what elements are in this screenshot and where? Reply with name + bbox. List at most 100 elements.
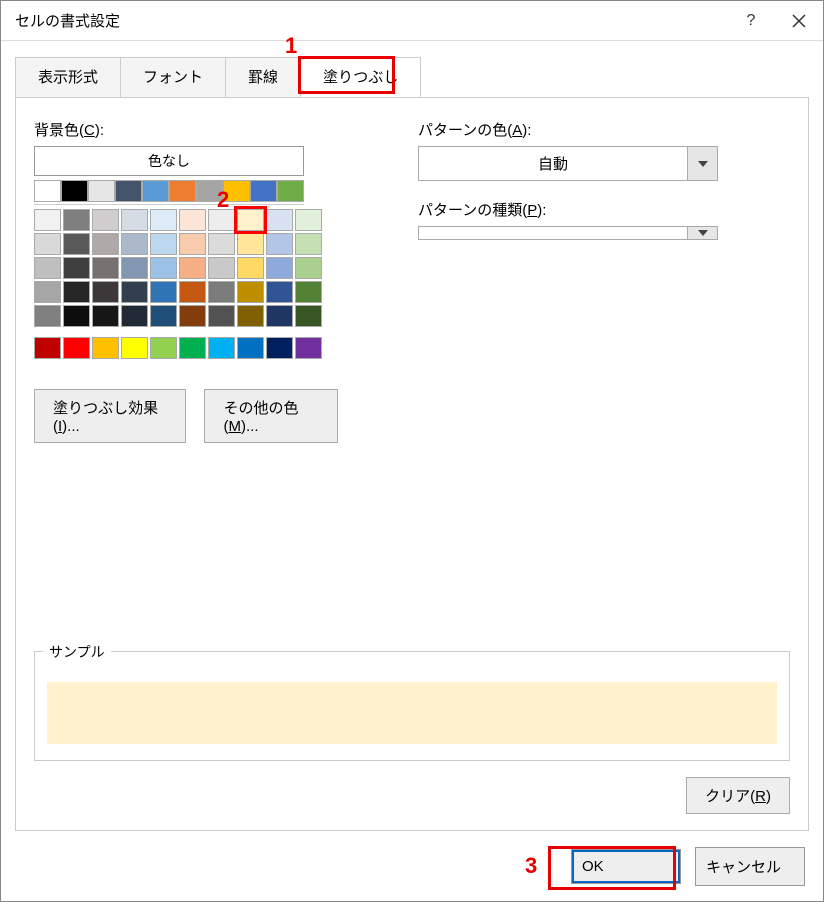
color-swatch[interactable]	[121, 233, 148, 255]
color-swatch[interactable]	[295, 257, 322, 279]
format-cells-dialog: 1 2 3 セルの書式設定 ? 表示形式 フォント 罫線 塗りつぶし 背景色(C…	[0, 0, 824, 902]
tab-border[interactable]: 罫線	[225, 57, 301, 97]
color-swatch[interactable]	[150, 257, 177, 279]
color-swatch[interactable]	[63, 233, 90, 255]
color-swatch[interactable]	[92, 209, 119, 231]
color-swatch[interactable]	[34, 337, 61, 359]
color-swatch[interactable]	[208, 305, 235, 327]
color-swatch[interactable]	[208, 257, 235, 279]
color-swatch[interactable]	[266, 281, 293, 303]
color-swatch[interactable]	[266, 305, 293, 327]
color-swatch[interactable]	[150, 281, 177, 303]
color-swatch[interactable]	[237, 281, 264, 303]
color-swatch[interactable]	[63, 257, 90, 279]
color-swatch[interactable]	[150, 337, 177, 359]
color-swatch[interactable]	[179, 337, 206, 359]
chevron-down-icon	[687, 147, 717, 180]
color-swatch[interactable]	[237, 233, 264, 255]
pattern-color-dropdown[interactable]: 自動	[418, 146, 718, 181]
color-swatch[interactable]	[92, 257, 119, 279]
color-swatch[interactable]	[92, 337, 119, 359]
color-swatch[interactable]	[121, 305, 148, 327]
color-swatch[interactable]	[34, 180, 61, 202]
clear-button[interactable]: クリア(R)	[686, 777, 790, 814]
color-swatch[interactable]	[295, 233, 322, 255]
color-swatch[interactable]	[208, 337, 235, 359]
sample-preview	[47, 682, 777, 744]
color-swatch[interactable]	[237, 257, 264, 279]
color-swatch[interactable]	[92, 305, 119, 327]
sample-fieldset: サンプル	[34, 651, 790, 761]
color-swatch[interactable]	[88, 180, 115, 202]
color-swatch[interactable]	[34, 233, 61, 255]
color-swatch[interactable]	[237, 209, 264, 231]
color-swatch[interactable]	[266, 337, 293, 359]
color-swatch[interactable]	[295, 281, 322, 303]
color-swatch[interactable]	[121, 257, 148, 279]
color-swatch[interactable]	[150, 233, 177, 255]
color-swatch[interactable]	[121, 281, 148, 303]
color-swatch[interactable]	[266, 233, 293, 255]
color-swatch[interactable]	[179, 257, 206, 279]
color-swatch[interactable]	[169, 180, 196, 202]
color-swatch[interactable]	[63, 281, 90, 303]
color-swatch[interactable]	[208, 209, 235, 231]
pattern-type-dropdown[interactable]	[418, 226, 718, 240]
color-swatch[interactable]	[142, 180, 169, 202]
color-swatch[interactable]	[250, 180, 277, 202]
color-swatch[interactable]	[237, 305, 264, 327]
theme-shades-grid	[34, 209, 338, 327]
color-swatch[interactable]	[121, 337, 148, 359]
color-swatch[interactable]	[266, 257, 293, 279]
titlebar: セルの書式設定 ?	[1, 1, 823, 41]
color-swatch[interactable]	[150, 209, 177, 231]
standard-colors-grid	[34, 337, 338, 359]
close-button[interactable]	[775, 1, 823, 41]
color-swatch[interactable]	[63, 209, 90, 231]
color-swatch[interactable]	[63, 305, 90, 327]
tab-content-fill: 背景色(C): 色なし 塗りつぶし効果(I)... その他の色(M)...	[15, 97, 809, 831]
color-swatch[interactable]	[295, 337, 322, 359]
fill-effects-button[interactable]: 塗りつぶし効果(I)...	[34, 389, 186, 443]
pattern-color-label: パターンの色(A):	[418, 119, 790, 140]
color-swatch[interactable]	[223, 180, 250, 202]
theme-top-row	[34, 180, 304, 205]
color-swatch[interactable]	[196, 180, 223, 202]
ok-button[interactable]: OK	[571, 849, 681, 884]
tab-format[interactable]: 表示形式	[15, 57, 121, 97]
dialog-footer: OK キャンセル	[1, 831, 823, 901]
tab-strip: 表示形式 フォント 罫線 塗りつぶし	[1, 57, 823, 97]
color-swatch[interactable]	[208, 281, 235, 303]
pattern-type-label: パターンの種類(P):	[418, 199, 790, 220]
help-button[interactable]: ?	[727, 1, 775, 41]
color-swatch[interactable]	[150, 305, 177, 327]
color-swatch[interactable]	[61, 180, 88, 202]
sample-legend: サンプル	[43, 642, 111, 662]
color-swatch[interactable]	[266, 209, 293, 231]
chevron-down-icon	[687, 227, 717, 239]
color-swatch[interactable]	[92, 281, 119, 303]
color-swatch[interactable]	[121, 209, 148, 231]
color-swatch[interactable]	[277, 180, 304, 202]
no-color-button[interactable]: 色なし	[34, 146, 304, 176]
close-icon	[792, 14, 806, 28]
tab-fill[interactable]: 塗りつぶし	[300, 57, 421, 97]
color-swatch[interactable]	[115, 180, 142, 202]
color-swatch[interactable]	[179, 281, 206, 303]
color-swatch[interactable]	[63, 337, 90, 359]
color-swatch[interactable]	[34, 305, 61, 327]
more-colors-button[interactable]: その他の色(M)...	[204, 389, 338, 443]
tab-font[interactable]: フォント	[120, 57, 226, 97]
cancel-button[interactable]: キャンセル	[695, 847, 805, 886]
color-swatch[interactable]	[34, 281, 61, 303]
color-swatch[interactable]	[179, 233, 206, 255]
color-swatch[interactable]	[179, 305, 206, 327]
color-swatch[interactable]	[34, 257, 61, 279]
color-swatch[interactable]	[237, 337, 264, 359]
color-swatch[interactable]	[92, 233, 119, 255]
color-swatch[interactable]	[208, 233, 235, 255]
color-swatch[interactable]	[34, 209, 61, 231]
color-swatch[interactable]	[179, 209, 206, 231]
color-swatch[interactable]	[295, 305, 322, 327]
color-swatch[interactable]	[295, 209, 322, 231]
